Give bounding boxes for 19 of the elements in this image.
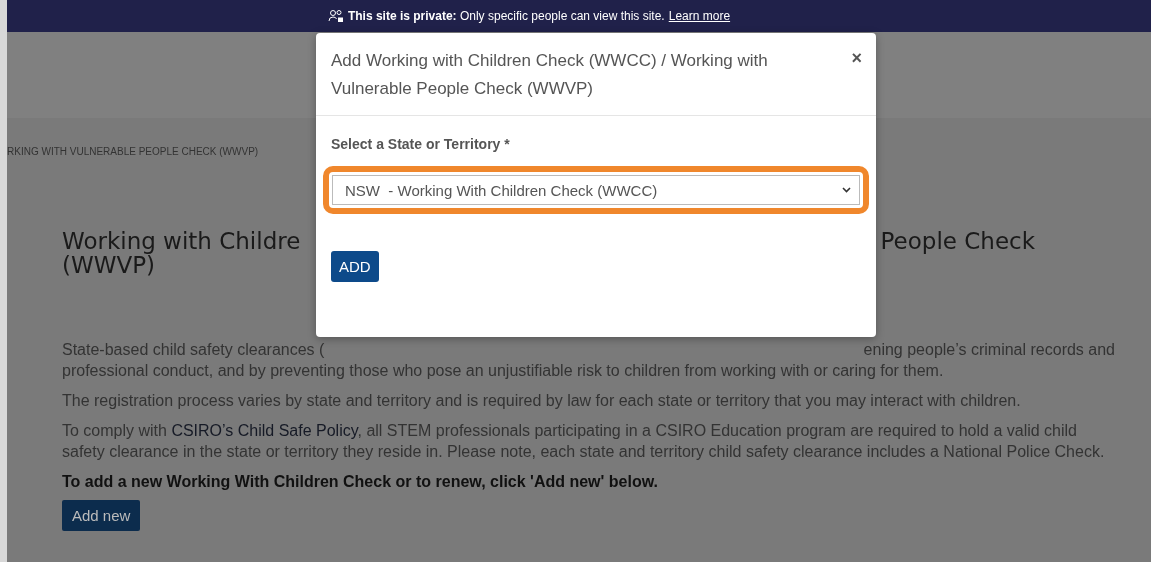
add-button[interactable]: ADD: [331, 251, 379, 282]
chevron-down-icon: [842, 187, 851, 193]
body-text: State-based child safety clearances (: [62, 340, 325, 360]
modal-title: Add Working with Children Check (WWCC) / Working with Vulnerable People Check (WWVP): [331, 50, 769, 100]
page-heading: People Check: [880, 229, 1035, 253]
add-new-button[interactable]: Add new: [62, 500, 141, 531]
learn-more-link[interactable]: Learn more: [668, 9, 731, 23]
body-text: The registration process varies by state and territory and is required by law for each state or territory that you may interact with children.: [62, 391, 1022, 411]
close-button[interactable]: ×: [851, 47, 862, 69]
body-text: ening people’s criminal records and: [863, 340, 1115, 360]
body-text: To comply with CSIRO’s Child Safe Policy, all STEM professionals participating in a CSIRO Education program are required to hold a valid child safety clearance in the state or territory they reside in. Please note, each state and territory child safety clearance includes a National Police Check.: [62, 421, 1106, 462]
field-label: Select a State or Territory *: [331, 136, 511, 152]
people-lock-icon: [327, 9, 344, 23]
instruction-text: To add a new Working With Children Check or to renew, click 'Add new' below.: [62, 472, 659, 492]
state-select[interactable]: NSW - Working With Children Check (WWCC): [332, 175, 860, 205]
page-heading: (WWVP): [62, 253, 156, 277]
breadcrumb: RKING WITH VULNERABLE PEOPLE CHECK (WWVP): [7, 146, 260, 157]
body-text: professional conduct, and by preventing those who pose an unjustifiable risk to children from working with or caring for them.: [62, 361, 945, 381]
privacy-notice: This site is private: Only specific people can view this site.: [347, 9, 665, 23]
